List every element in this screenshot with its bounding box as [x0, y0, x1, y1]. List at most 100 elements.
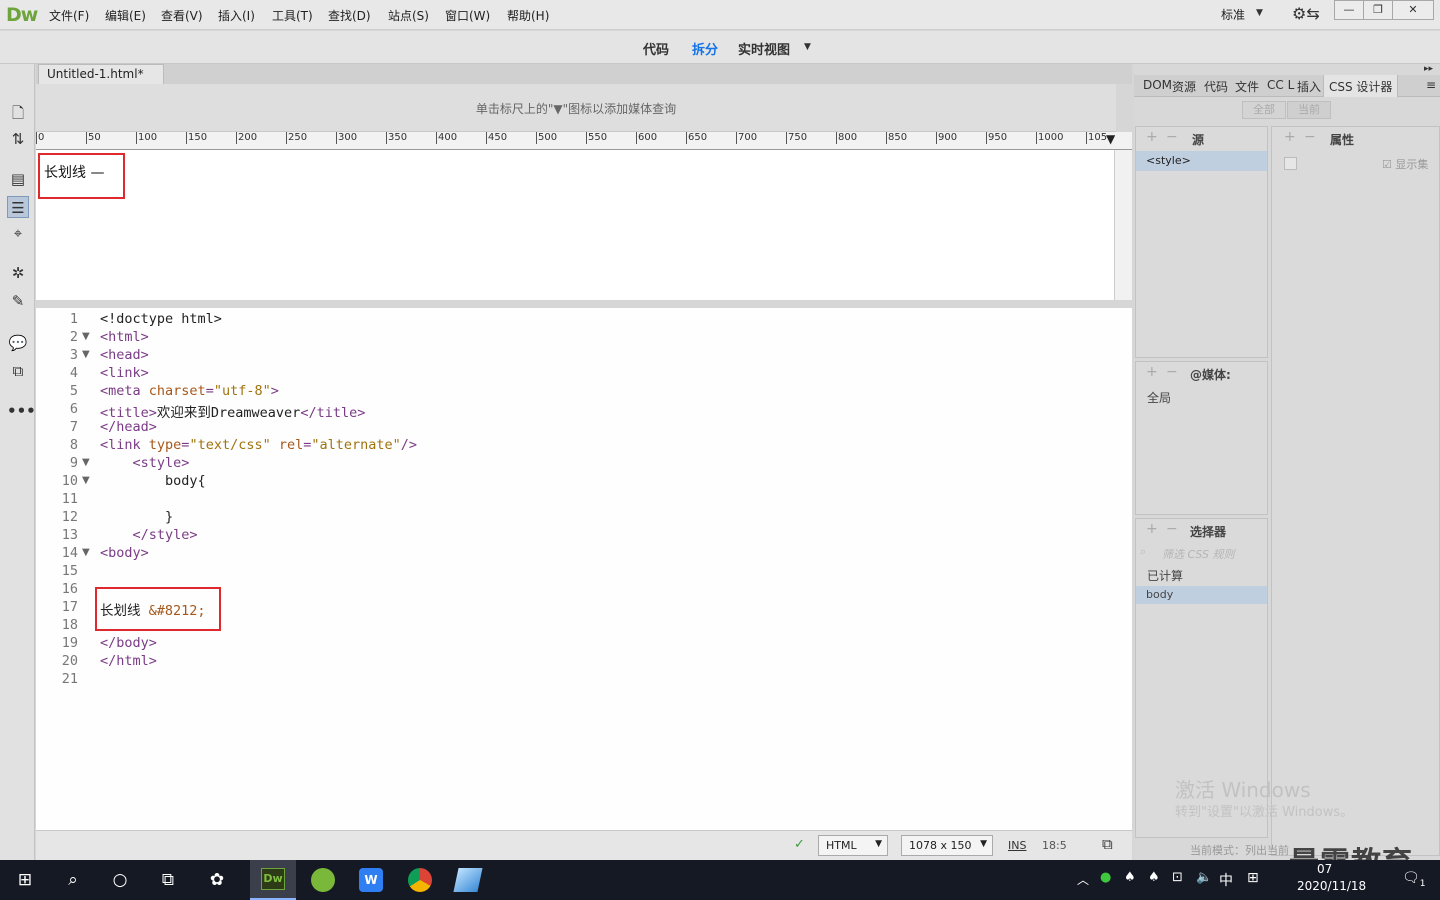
- volume-icon[interactable]: 🔈: [1196, 870, 1212, 885]
- expand-icon[interactable]: ⧉: [7, 360, 29, 382]
- selector-item[interactable]: body: [1136, 586, 1267, 604]
- all-button[interactable]: 全部: [1242, 101, 1286, 119]
- close-button[interactable]: ✕: [1392, 0, 1434, 20]
- remove-property-icon[interactable]: −: [1304, 129, 1316, 145]
- qq-icon[interactable]: ♠: [1124, 870, 1136, 885]
- code-line[interactable]: <link>: [100, 365, 149, 381]
- workspace-switcher[interactable]: 标准: [1221, 6, 1245, 23]
- add-selector-icon[interactable]: +: [1146, 521, 1158, 537]
- wechat-icon[interactable]: ●: [1100, 870, 1111, 885]
- wps-icon[interactable]: W: [359, 868, 383, 892]
- open-documents-icon[interactable]: 🗋: [7, 102, 29, 124]
- windows-start-icon[interactable]: ⊞: [12, 868, 38, 892]
- qq-icon[interactable]: ♠: [1148, 870, 1160, 885]
- code-line[interactable]: </html>: [100, 653, 157, 669]
- code-line[interactable]: <html>: [100, 329, 149, 345]
- insert-mode[interactable]: INS: [1008, 839, 1026, 852]
- document-tab[interactable]: Untitled-1.html* ×: [38, 64, 164, 95]
- ruler[interactable]: 0 50 100 150 200 250 300 350 400 450 500…: [36, 132, 1132, 150]
- ime-indicator[interactable]: 中: [1219, 870, 1233, 890]
- pinwheel-app-icon[interactable]: ✿: [204, 868, 230, 892]
- code-view-button[interactable]: 代码: [643, 39, 669, 58]
- fold-toggle-icon[interactable]: ▼: [82, 457, 90, 468]
- chevron-down-icon[interactable]: ▼: [1256, 8, 1263, 18]
- code-line[interactable]: <body>: [100, 545, 149, 561]
- code-view[interactable]: 1 <!doctype html> 2 ▼ <html> 3 ▼ <head> 4 <link> 5…: [36, 308, 1132, 830]
- add-media-icon[interactable]: +: [1146, 364, 1158, 380]
- notification-icon[interactable]: 🗨1: [1402, 870, 1426, 889]
- fold-toggle-icon[interactable]: ▼: [82, 475, 90, 486]
- menu-site[interactable]: 站点(S): [388, 7, 429, 24]
- code-line[interactable]: <meta charset="utf-8">: [100, 383, 279, 399]
- source-item[interactable]: <style>: [1136, 151, 1267, 171]
- sync-settings-icon[interactable]: ⚙⇆: [1292, 4, 1320, 23]
- menu-find[interactable]: 查找(D): [328, 7, 371, 24]
- live-view-scrollbar[interactable]: [1114, 150, 1132, 302]
- fold-toggle-icon[interactable]: ▼: [82, 349, 90, 360]
- code-line[interactable]: <title>欢迎来到Dreamweaver</title>: [100, 401, 365, 421]
- code-line[interactable]: <link type="text/css" rel="alternate"/>: [100, 437, 417, 453]
- taskbar-dreamweaver[interactable]: Dw: [250, 860, 296, 900]
- notepad-icon[interactable]: [453, 868, 483, 892]
- tab-dom[interactable]: DOM: [1143, 78, 1172, 92]
- chevron-down-icon[interactable]: ▼: [804, 42, 811, 52]
- collapse-icon[interactable]: ▸▸: [1424, 64, 1433, 74]
- fold-toggle-icon[interactable]: ▼: [82, 331, 90, 342]
- network-icon[interactable]: ⊡: [1172, 870, 1183, 885]
- tab-cc-libraries[interactable]: CC L: [1267, 78, 1294, 92]
- split-divider[interactable]: [36, 300, 1132, 308]
- computed-item[interactable]: 已计算: [1147, 567, 1183, 584]
- document-type-select[interactable]: HTML ▼: [818, 835, 888, 856]
- tray-expand-icon[interactable]: ︿: [1077, 871, 1089, 888]
- minimize-button[interactable]: —: [1334, 0, 1364, 20]
- tab-files[interactable]: 文件: [1235, 78, 1259, 95]
- comment-icon[interactable]: 💬: [7, 332, 29, 354]
- menu-help[interactable]: 帮助(H): [507, 7, 549, 24]
- add-property-icon[interactable]: +: [1284, 129, 1296, 145]
- code-line[interactable]: </head>: [100, 419, 157, 435]
- tab-snippets[interactable]: 代码: [1204, 78, 1228, 95]
- menu-insert[interactable]: 插入(I): [218, 7, 255, 24]
- inspect-icon[interactable]: ⌖: [7, 222, 29, 244]
- live-view-button[interactable]: 实时视图: [738, 39, 790, 58]
- clock-date[interactable]: 2020/11/18: [1297, 879, 1366, 893]
- window-size-select[interactable]: 1078 x 150 ▼: [901, 835, 993, 856]
- show-set-checkbox[interactable]: ☑ 显示集: [1382, 156, 1428, 172]
- tab-css-designer[interactable]: CSS 设计器: [1323, 75, 1399, 97]
- more-icon[interactable]: •••: [7, 400, 36, 422]
- code-line[interactable]: }: [100, 509, 173, 525]
- live-view[interactable]: 长划线 —: [36, 150, 1114, 300]
- maximize-button[interactable]: ❐: [1363, 0, 1393, 20]
- live-code-icon[interactable]: ▤: [7, 168, 29, 190]
- chrome-icon[interactable]: [408, 868, 432, 892]
- menu-view[interactable]: 查看(V): [161, 7, 203, 24]
- layout-icon[interactable]: [1284, 157, 1297, 170]
- clock-time[interactable]: 07: [1317, 862, 1332, 876]
- melon-app-icon[interactable]: [311, 868, 335, 892]
- wrap-tag-icon[interactable]: ✲: [7, 262, 29, 284]
- format-source-icon[interactable]: ☰: [7, 196, 29, 218]
- code-line[interactable]: body{: [100, 473, 206, 489]
- cortana-icon[interactable]: ○: [107, 868, 133, 892]
- media-query-marker-icon[interactable]: ▼: [1106, 132, 1115, 146]
- code-line[interactable]: </body>: [100, 635, 157, 651]
- task-view-icon[interactable]: ⧉: [155, 868, 181, 892]
- code-line[interactable]: </style>: [100, 527, 198, 543]
- media-query-bar[interactable]: 单击标尺上的"▼"图标以添加媒体查询: [36, 84, 1116, 132]
- code-line[interactable]: <head>: [100, 347, 149, 363]
- current-button[interactable]: 当前: [1287, 101, 1331, 119]
- search-icon[interactable]: ⌕: [60, 868, 86, 892]
- menu-file[interactable]: 文件(F): [49, 7, 89, 24]
- fold-toggle-icon[interactable]: ▼: [82, 547, 90, 558]
- brush-icon[interactable]: ✎: [7, 290, 29, 312]
- preview-icon[interactable]: ⧉: [1102, 835, 1113, 853]
- code-line[interactable]: <!doctype html>: [100, 311, 222, 327]
- panel-menu-icon[interactable]: ≡: [1426, 78, 1436, 92]
- remove-media-icon[interactable]: −: [1166, 364, 1178, 380]
- tab-assets[interactable]: 资源: [1172, 78, 1196, 95]
- add-source-icon[interactable]: +: [1146, 129, 1158, 145]
- menu-window[interactable]: 窗口(W): [445, 7, 490, 24]
- code-line[interactable]: <style>: [100, 455, 190, 471]
- menu-tools[interactable]: 工具(T): [272, 7, 313, 24]
- remove-selector-icon[interactable]: −: [1166, 521, 1178, 537]
